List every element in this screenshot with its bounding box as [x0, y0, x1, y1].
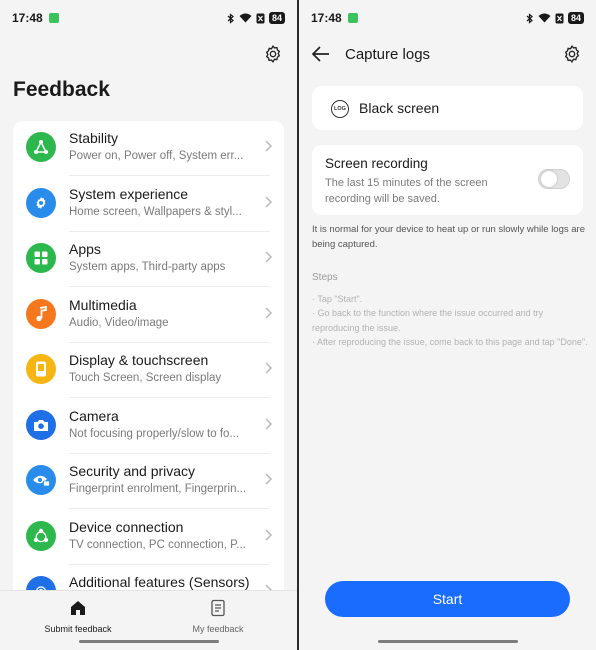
category-device-connection[interactable]: Device connection TV connection, PC conn… — [13, 510, 284, 565]
category-subtitle: TV connection, PC connection, P... — [69, 538, 246, 551]
apps-grid-icon — [26, 243, 56, 273]
system-gear-icon — [26, 187, 56, 218]
chevron-right-icon — [265, 528, 273, 541]
back-arrow-icon[interactable] — [311, 45, 331, 63]
settings-gear-icon[interactable] — [562, 44, 582, 64]
nav-label: My feedback — [192, 624, 244, 634]
eye-lock-icon — [26, 465, 56, 495]
bluetooth-icon — [227, 12, 234, 24]
chevron-right-icon — [265, 140, 273, 152]
notification-app-icon — [347, 13, 358, 23]
status-time: 17:48 — [311, 11, 342, 25]
chevron-right-icon — [265, 417, 273, 430]
category-title: Display & touchscreen — [69, 352, 209, 368]
share-nodes-icon — [26, 520, 56, 551]
nav-label: Submit feedback — [44, 624, 112, 634]
nav-submit-feedback[interactable]: Submit feedback — [8, 599, 148, 634]
wifi-icon — [239, 13, 252, 23]
step-item: After reproducing the issue, come back t… — [312, 335, 588, 349]
notification-app-icon — [48, 13, 59, 23]
chevron-right-icon — [265, 362, 273, 374]
category-camera[interactable]: Camera Not focusing properly/slow to fo.… — [13, 399, 284, 454]
category-title: Stability — [69, 130, 119, 146]
feedback-category-list: Stability Power on, Power off, System er… — [13, 121, 284, 641]
chevron-right-icon — [265, 195, 273, 208]
no-sim-icon — [555, 13, 564, 23]
chevron-right-icon — [265, 306, 273, 319]
category-display-touchscreen[interactable]: Display & touchscreen Touch Screen, Scre… — [13, 343, 284, 398]
category-title: Multimedia — [69, 296, 137, 313]
category-subtitle: Touch Screen, Screen display — [69, 372, 222, 384]
screen-recording-title: Screen recording — [325, 156, 428, 171]
category-subtitle: Power on, Power off, System err... — [69, 150, 244, 162]
page-title: Feedback — [13, 78, 110, 101]
battery-indicator: 84 — [268, 12, 285, 24]
toggle-knob — [541, 171, 557, 187]
category-title: Additional features (Sensors) — [69, 574, 250, 590]
log-icon: LOG — [331, 100, 349, 118]
page-title: Capture logs — [345, 46, 431, 63]
nav-my-feedback[interactable]: My feedback — [148, 599, 288, 634]
settings-gear-icon[interactable] — [263, 44, 283, 64]
music-note-icon — [26, 298, 56, 329]
category-security-privacy[interactable]: Security and privacy Fingerprint enrolme… — [13, 454, 284, 509]
step-item: Go back to the function where the issue … — [312, 306, 588, 335]
category-title: System experience — [69, 185, 189, 202]
category-apps[interactable]: Apps System apps, Third-party apps — [13, 232, 284, 287]
category-multimedia[interactable]: Multimedia Audio, Video/image — [13, 288, 284, 343]
category-title: Device connection — [69, 518, 184, 535]
chevron-right-icon — [265, 473, 273, 485]
steps-list: Tap "Start". Go back to the function whe… — [312, 292, 588, 349]
home-icon — [71, 601, 85, 615]
home-indicator[interactable] — [377, 640, 518, 643]
steps-heading: Steps — [312, 272, 338, 283]
stability-icon — [26, 132, 56, 162]
wifi-icon — [538, 13, 551, 23]
home-indicator[interactable] — [78, 640, 219, 643]
battery-indicator: 84 — [567, 12, 584, 24]
chevron-right-icon — [265, 251, 273, 263]
category-subtitle: Not focusing properly/slow to fo... — [69, 427, 240, 440]
category-subtitle: Fingerprint enrolment, Fingerprin... — [69, 483, 247, 495]
document-icon — [211, 599, 225, 617]
category-subtitle: Audio, Video/image — [69, 316, 169, 329]
heat-warning-note: It is normal for your device to heat up … — [312, 224, 585, 250]
status-time: 17:48 — [12, 11, 43, 25]
category-subtitle: System apps, Third-party apps — [69, 261, 226, 273]
status-bar: 17:48 84 — [299, 0, 596, 36]
screen-recording-card: Screen recording The last 15 minutes of … — [312, 145, 583, 215]
category-title: Camera — [69, 407, 119, 424]
category-title: Security and privacy — [69, 463, 196, 479]
bluetooth-icon — [526, 12, 533, 24]
category-title: Apps — [69, 241, 101, 257]
step-item: Tap "Start". — [312, 292, 588, 306]
issue-type-label: Black screen — [359, 100, 440, 116]
category-stability[interactable]: Stability Power on, Power off, System er… — [13, 121, 284, 176]
start-button[interactable]: Start — [325, 581, 570, 617]
category-subtitle: Home screen, Wallpapers & styl... — [69, 205, 242, 218]
category-system-experience[interactable]: System experience Home screen, Wallpaper… — [13, 177, 284, 232]
camera-icon — [26, 409, 56, 440]
screen-recording-description: The last 15 minutes of the screen record… — [325, 177, 488, 205]
status-bar: 17:48 84 — [0, 0, 297, 36]
issue-type-card[interactable]: LOG Black screen — [312, 86, 583, 130]
no-sim-icon — [256, 13, 265, 23]
feedback-screen: 17:48 84 Feedback Stability Power on, Po… — [0, 0, 297, 650]
phone-display-icon — [26, 354, 56, 384]
capture-logs-screen: 17:48 84 Capture logs LOG Black screen S… — [299, 0, 596, 650]
screen-recording-toggle[interactable] — [538, 169, 570, 189]
